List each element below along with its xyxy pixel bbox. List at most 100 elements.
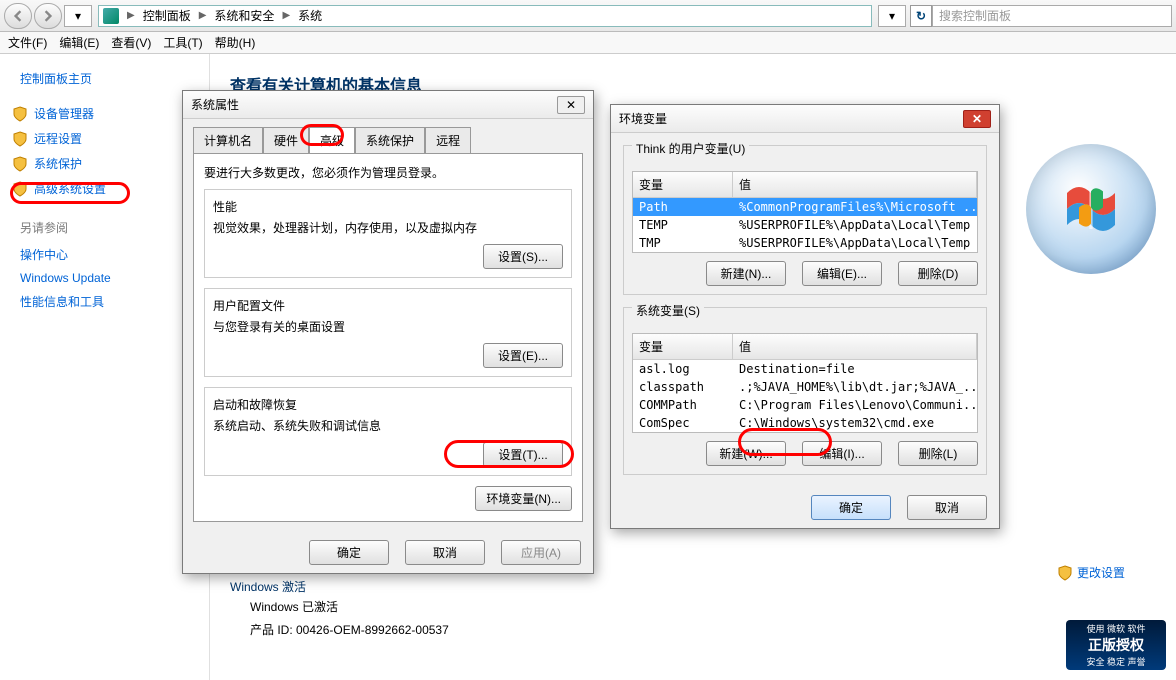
startup-group: 启动和故障恢复 系统启动、系统失败和调试信息 设置(T)... <box>204 387 572 476</box>
see-also-header: 另请参阅 <box>8 219 201 236</box>
tab-hardware[interactable]: 硬件 <box>263 127 309 153</box>
perf-title: 性能 <box>213 198 563 215</box>
tab-computer-name[interactable]: 计算机名 <box>193 127 263 153</box>
performance-group: 性能 视觉效果，处理器计划，内存使用，以及虚拟内存 设置(S)... <box>204 189 572 278</box>
related-windows-update[interactable]: Windows Update <box>8 267 201 289</box>
tab-advanced[interactable]: 高级 <box>309 127 355 153</box>
dialog-title-text: 系统属性 <box>191 96 239 113</box>
shield-icon <box>12 131 28 147</box>
sidebar-item-device-manager[interactable]: 设备管理器 <box>8 101 201 126</box>
sys-new-button[interactable]: 新建(W)... <box>706 441 786 466</box>
menu-edit[interactable]: 编辑(E) <box>59 34 99 51</box>
chevron-right-icon: ▶ <box>278 10 294 21</box>
profiles-group: 用户配置文件 与您登录有关的桌面设置 设置(E)... <box>204 288 572 377</box>
sidebar-item-label: 设备管理器 <box>34 105 94 122</box>
breadcrumb-item[interactable]: 系统 <box>298 7 322 24</box>
chevron-right-icon: ▶ <box>123 10 139 21</box>
right-pane: 更改设置 <box>1026 144 1156 581</box>
back-button[interactable] <box>4 3 32 29</box>
col-variable: 变量 <box>633 172 733 197</box>
shield-icon <box>12 181 28 197</box>
table-row[interactable]: TEMP%USERPROFILE%\AppData\Local\Temp <box>633 216 977 234</box>
startup-desc: 系统启动、系统失败和调试信息 <box>213 417 563 434</box>
change-settings-label: 更改设置 <box>1077 564 1125 581</box>
nav-history-dropdown[interactable]: ▾ <box>64 5 92 27</box>
profiles-title: 用户配置文件 <box>213 297 563 314</box>
sys-vars-legend: 系统变量(S) <box>632 302 704 319</box>
table-row[interactable]: COMMPathC:\Program Files\Lenovo\Communi.… <box>633 396 977 414</box>
table-row[interactable]: asl.logDestination=file <box>633 360 977 378</box>
breadcrumb-item[interactable]: 系统和安全 <box>214 7 274 24</box>
admin-note: 要进行大多数更改，您必须作为管理员登录。 <box>204 164 572 181</box>
genuine-main: 正版授权 <box>1088 635 1144 655</box>
envdlg-titlebar[interactable]: 环境变量 ✕ <box>611 105 999 133</box>
genuine-sub: 安全 稳定 声誉 <box>1086 655 1145 668</box>
cancel-button[interactable]: 取消 <box>405 540 485 565</box>
cancel-button[interactable]: 取消 <box>907 495 987 520</box>
user-new-button[interactable]: 新建(N)... <box>706 261 786 286</box>
refresh-button[interactable]: ↻ <box>910 5 932 27</box>
shield-icon <box>12 106 28 122</box>
tab-protection[interactable]: 系统保护 <box>355 127 425 153</box>
user-edit-button[interactable]: 编辑(E)... <box>802 261 882 286</box>
tab-remote[interactable]: 远程 <box>425 127 471 153</box>
dialog-titlebar[interactable]: 系统属性 ✕ <box>183 91 593 119</box>
sys-edit-button[interactable]: 编辑(I)... <box>802 441 882 466</box>
menu-tools[interactable]: 工具(T) <box>163 34 202 51</box>
control-panel-home-link[interactable]: 控制面板主页 <box>8 66 201 101</box>
search-input[interactable]: 搜索控制面板 <box>932 5 1172 27</box>
user-vars-group: Think 的用户变量(U) 变量 值 Path%CommonProgramFi… <box>623 145 987 295</box>
user-delete-button[interactable]: 删除(D) <box>898 261 978 286</box>
perf-desc: 视觉效果，处理器计划，内存使用，以及虚拟内存 <box>213 219 563 236</box>
related-performance[interactable]: 性能信息和工具 <box>8 289 201 314</box>
shield-icon <box>1057 565 1073 581</box>
startup-settings-button[interactable]: 设置(T)... <box>483 442 563 467</box>
sidebar-item-remote[interactable]: 远程设置 <box>8 126 201 151</box>
ok-button[interactable]: 确定 <box>811 495 891 520</box>
sys-vars-group: 系统变量(S) 变量 值 asl.logDestination=fileclas… <box>623 307 987 475</box>
user-vars-table[interactable]: 变量 值 Path%CommonProgramFiles%\Microsoft … <box>632 171 978 253</box>
table-row[interactable]: classpath.;%JAVA_HOME%\lib\dt.jar;%JAVA_… <box>633 378 977 396</box>
ok-button[interactable]: 确定 <box>309 540 389 565</box>
genuine-badge: 使用 微软 软件 正版授权 安全 稳定 声誉 <box>1066 620 1166 670</box>
address-bar[interactable]: ▶ 控制面板 ▶ 系统和安全 ▶ 系统 <box>98 5 872 27</box>
env-vars-dialog: 环境变量 ✕ Think 的用户变量(U) 变量 值 Path%CommonPr… <box>610 104 1000 529</box>
menu-bar: 文件(F) 编辑(E) 查看(V) 工具(T) 帮助(H) <box>0 32 1176 54</box>
related-action-center[interactable]: 操作中心 <box>8 242 201 267</box>
close-button[interactable]: ✕ <box>557 96 585 114</box>
col-value: 值 <box>733 172 977 197</box>
sidebar-item-label: 远程设置 <box>34 130 82 147</box>
table-row[interactable]: Path%CommonProgramFiles%\Microsoft ... <box>633 198 977 216</box>
windows-logo <box>1026 144 1156 274</box>
menu-view[interactable]: 查看(V) <box>111 34 151 51</box>
title-bar: ▾ ▶ 控制面板 ▶ 系统和安全 ▶ 系统 ▾ ↻ 搜索控制面板 <box>0 0 1176 32</box>
table-row[interactable]: TMP%USERPROFILE%\AppData\Local\Temp <box>633 234 977 252</box>
forward-button[interactable] <box>34 3 62 29</box>
sidebar: 控制面板主页 设备管理器 远程设置 系统保护 高级系统设置 另请参阅 操作中心 … <box>0 54 210 680</box>
menu-file[interactable]: 文件(F) <box>8 34 47 51</box>
control-panel-icon <box>103 8 119 24</box>
perf-settings-button[interactable]: 设置(S)... <box>483 244 563 269</box>
menu-help[interactable]: 帮助(H) <box>215 34 256 51</box>
env-vars-button[interactable]: 环境变量(N)... <box>475 486 572 511</box>
activation-status: Windows 已激活 <box>250 598 338 615</box>
apply-button[interactable]: 应用(A) <box>501 540 581 565</box>
genuine-top: 使用 微软 软件 <box>1086 622 1145 635</box>
shield-icon <box>12 156 28 172</box>
sidebar-item-label: 高级系统设置 <box>34 180 106 197</box>
profiles-settings-button[interactable]: 设置(E)... <box>483 343 563 368</box>
sys-vars-table[interactable]: 变量 值 asl.logDestination=fileclasspath.;%… <box>632 333 978 433</box>
close-button[interactable]: ✕ <box>963 110 991 128</box>
sidebar-item-protection[interactable]: 系统保护 <box>8 151 201 176</box>
envdlg-title-text: 环境变量 <box>619 110 667 127</box>
product-id: 产品 ID: 00426-OEM-8992662-00537 <box>250 621 449 638</box>
sys-delete-button[interactable]: 删除(L) <box>898 441 978 466</box>
sidebar-item-advanced[interactable]: 高级系统设置 <box>8 176 201 201</box>
activation-header: Windows 激活 <box>230 572 1156 595</box>
profiles-desc: 与您登录有关的桌面设置 <box>213 318 563 335</box>
breadcrumb-item[interactable]: 控制面板 <box>143 7 191 24</box>
table-row[interactable]: ComSpecC:\Windows\system32\cmd.exe <box>633 414 977 432</box>
system-properties-dialog: 系统属性 ✕ 计算机名 硬件 高级 系统保护 远程 要进行大多数更改，您必须作为… <box>182 90 594 574</box>
address-dropdown[interactable]: ▾ <box>878 5 906 27</box>
change-settings-link[interactable]: 更改设置 <box>1057 564 1125 581</box>
